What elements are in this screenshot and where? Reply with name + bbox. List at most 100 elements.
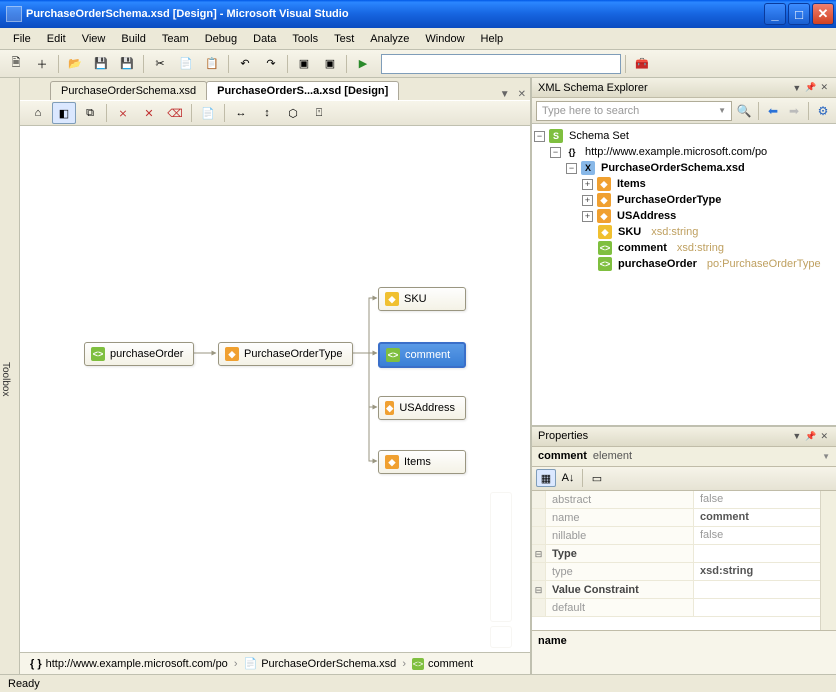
remove-button[interactable]: ✕ [137, 102, 161, 124]
search-button[interactable]: 🔍 [735, 102, 753, 120]
tree-item-sku[interactable]: SKU [615, 225, 644, 239]
breadcrumb-file[interactable]: PurchaseOrderSchema.xsd [261, 658, 396, 670]
panel-pin[interactable]: 📌 [803, 82, 818, 93]
undo-button[interactable]: ↶ [233, 53, 257, 75]
node-items[interactable]: Items [378, 450, 466, 474]
open-button[interactable]: 📂 [63, 53, 87, 75]
menu-data[interactable]: Data [246, 31, 283, 47]
fit-to-screen-button[interactable] [490, 626, 512, 648]
panel-dropdown[interactable]: ▼ [790, 83, 803, 93]
show-docs-button[interactable]: 📄 [196, 102, 220, 124]
tab-source[interactable]: PurchaseOrderSchema.xsd [50, 81, 207, 100]
tree-item-items[interactable]: Items [614, 177, 649, 191]
expander-icon[interactable]: + [582, 211, 593, 222]
menu-debug[interactable]: Debug [198, 31, 244, 47]
copy-button[interactable]: 📄 [174, 53, 198, 75]
expander-icon[interactable]: − [534, 131, 545, 142]
clear-workspace-button[interactable]: ⨯ [111, 102, 135, 124]
toolbox-button[interactable]: 🧰 [630, 53, 654, 75]
complex-type-icon [225, 347, 239, 361]
auto-layout-button[interactable]: ⬡ [281, 102, 305, 124]
node-comment[interactable]: comment [378, 342, 466, 368]
menu-help[interactable]: Help [474, 31, 511, 47]
save-all-button[interactable]: 💾 [115, 53, 139, 75]
panel-pin[interactable]: 📌 [803, 431, 818, 442]
menu-test[interactable]: Test [327, 31, 361, 47]
category-expander[interactable]: ⊟ [532, 545, 546, 562]
menu-view[interactable]: View [75, 31, 113, 47]
expander-icon[interactable]: + [582, 195, 593, 206]
solution-config-combo[interactable] [381, 54, 621, 74]
tree-item-comment[interactable]: comment [615, 241, 670, 255]
paste-button[interactable]: 📋 [200, 53, 224, 75]
tabs-dropdown[interactable]: ▼ [496, 89, 514, 100]
find-button[interactable]: ▣ [318, 53, 342, 75]
tree-item-root[interactable]: Schema Set [566, 129, 632, 143]
menu-file[interactable]: File [6, 31, 38, 47]
node-purchase-order[interactable]: purchaseOrder [84, 342, 194, 366]
panel-close[interactable]: ✕ [818, 82, 830, 93]
tree-item-ns[interactable]: http://www.example.microsoft.com/po [582, 145, 770, 159]
redo-button[interactable]: ↷ [259, 53, 283, 75]
filter-button[interactable]: ⍞ [307, 102, 331, 124]
properties-scrollbar[interactable] [820, 491, 836, 631]
schema-canvas[interactable]: purchaseOrder PurchaseOrderType SKU comm… [20, 126, 530, 652]
prop-val-name[interactable]: comment [694, 511, 836, 523]
top-to-bottom-button[interactable]: ↕ [255, 102, 279, 124]
tree-item-pot[interactable]: PurchaseOrderType [614, 193, 724, 207]
menu-build[interactable]: Build [114, 31, 152, 47]
explorer-options[interactable]: ⚙ [814, 102, 832, 120]
tabs-close[interactable]: ✕ [514, 89, 530, 100]
panel-dropdown[interactable]: ▼ [790, 431, 803, 441]
graph-view-button[interactable]: ⧉ [78, 102, 102, 124]
schema-tree[interactable]: −SSchema Set −{}http://www.example.micro… [532, 124, 836, 425]
add-item-button[interactable]: ＋ [30, 53, 54, 75]
menu-team[interactable]: Team [155, 31, 196, 47]
breadcrumb-namespace[interactable]: http://www.example.microsoft.com/po [46, 658, 228, 670]
start-debug-button[interactable]: ▶ [351, 53, 375, 75]
expander-icon[interactable]: − [566, 163, 577, 174]
expander-icon[interactable]: − [550, 147, 561, 158]
category-expander[interactable]: ⊟ [532, 581, 546, 598]
minimize-button[interactable]: _ [764, 3, 786, 25]
property-pages-button[interactable]: ▭ [587, 469, 607, 487]
prop-val-nillable[interactable]: false [694, 529, 836, 541]
breadcrumb-element[interactable]: comment [428, 658, 473, 670]
zoom-slider[interactable] [490, 492, 512, 622]
menu-edit[interactable]: Edit [40, 31, 73, 47]
property-grid[interactable]: abstractfalse namecomment nillablefalse … [532, 491, 836, 631]
expander-icon[interactable]: + [582, 179, 593, 190]
menu-analyze[interactable]: Analyze [363, 31, 416, 47]
node-sku[interactable]: SKU [378, 287, 466, 311]
prop-key-name: name [546, 509, 694, 526]
node-usaddress[interactable]: USAddress [378, 396, 466, 420]
panel-close[interactable]: ✕ [818, 431, 830, 442]
properties-header[interactable]: comment element ▼ [532, 447, 836, 467]
search-input[interactable]: Type here to search▼ [536, 101, 732, 121]
close-button[interactable]: ✕ [812, 3, 834, 25]
save-button[interactable]: 💾 [89, 53, 113, 75]
new-project-button[interactable]: 🗎 [4, 53, 28, 75]
content-model-view-button[interactable]: ◧ [52, 102, 76, 124]
menu-window[interactable]: Window [418, 31, 471, 47]
tab-design[interactable]: PurchaseOrderS...a.xsd [Design] [206, 81, 399, 100]
tree-item-file[interactable]: PurchaseOrderSchema.xsd [598, 161, 748, 175]
cut-button[interactable]: ✂ [148, 53, 172, 75]
start-view-button[interactable]: ⌂ [26, 102, 50, 124]
maximize-button[interactable]: □ [788, 3, 810, 25]
left-to-right-button[interactable]: ↔ [229, 102, 253, 124]
alphabetical-button[interactable]: A↓ [558, 469, 578, 487]
node-purchase-order-type[interactable]: PurchaseOrderType [218, 342, 353, 366]
prop-val-abstract[interactable]: false [694, 493, 836, 505]
menu-tools[interactable]: Tools [285, 31, 325, 47]
nav-back-button[interactable]: ⬅ [764, 102, 782, 120]
toolbox-tab[interactable]: Toolbox [0, 78, 20, 674]
remove-all-button[interactable]: ⌫ [163, 102, 187, 124]
nav-forward-button[interactable]: ➡ [785, 102, 803, 120]
tree-item-po[interactable]: purchaseOrder [615, 257, 700, 271]
tree-item-usaddr[interactable]: USAddress [614, 209, 679, 223]
categorized-button[interactable]: ▦ [536, 469, 556, 487]
prop-val-type[interactable]: xsd:string [694, 565, 836, 577]
complex-type-icon [597, 209, 611, 223]
navigate-button[interactable]: ▣ [292, 53, 316, 75]
